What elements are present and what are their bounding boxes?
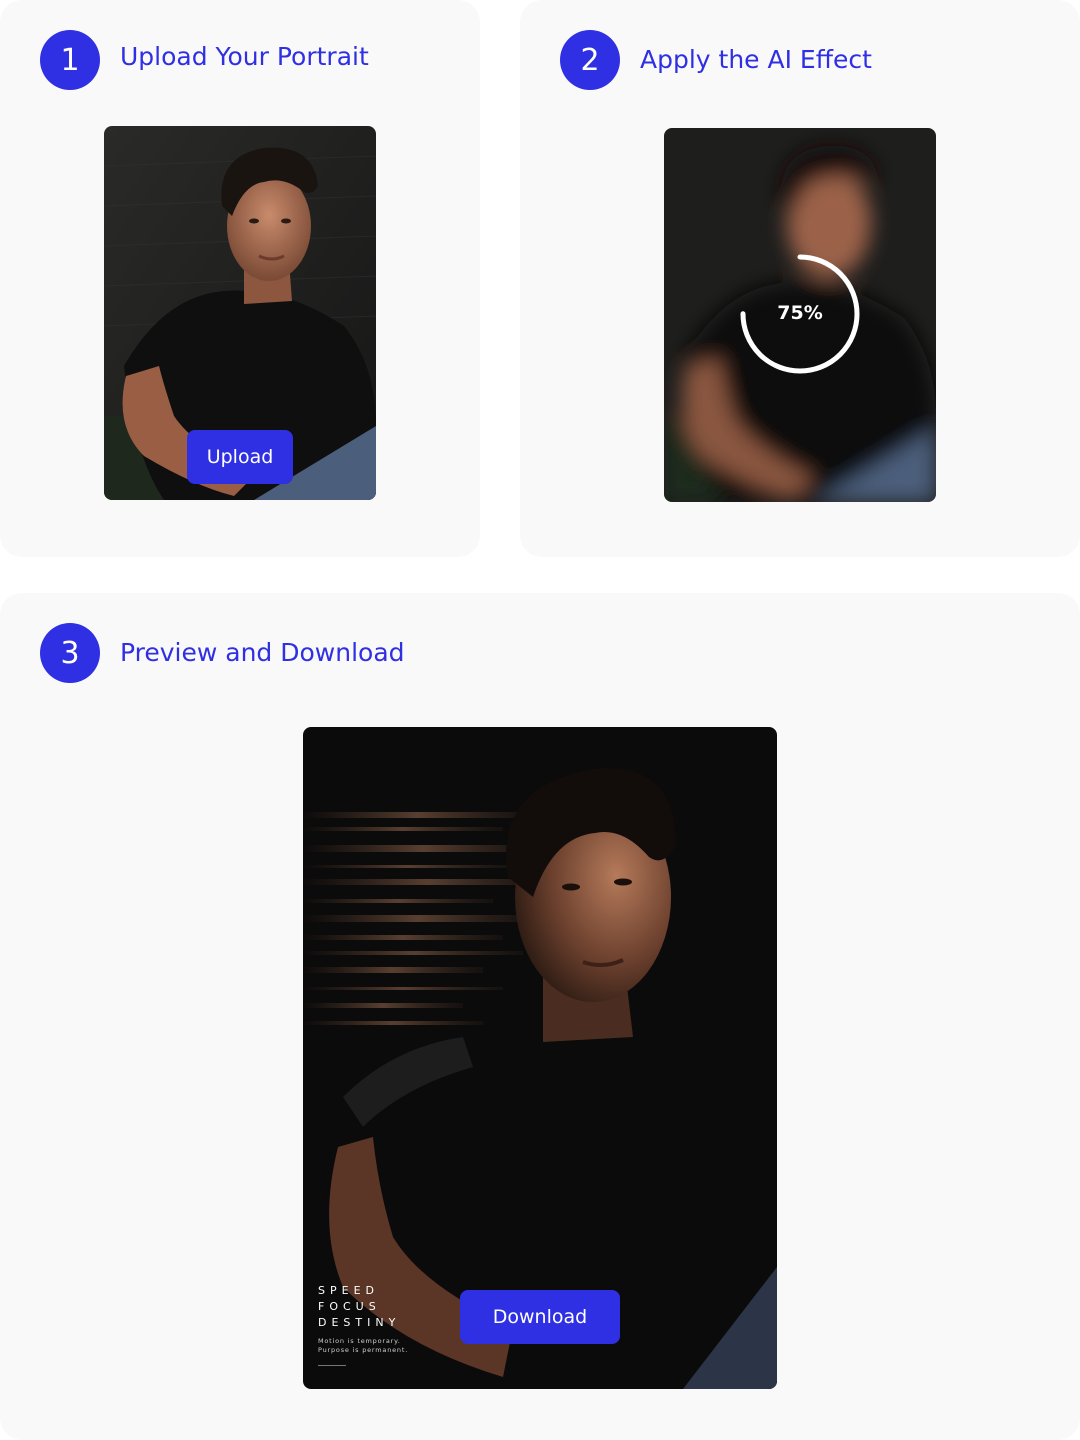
poster-headline: SPEED FOCUS DESTINY bbox=[318, 1283, 400, 1331]
poster-line-speed: SPEED bbox=[318, 1284, 379, 1297]
poster-tagline: Motion is temporary. Purpose is permanen… bbox=[318, 1337, 408, 1355]
poster-divider bbox=[318, 1365, 346, 1366]
step-3-title: Preview and Download bbox=[120, 638, 405, 667]
step-1-card: 1 Upload Your Portrait Upload bbox=[0, 0, 480, 557]
poster-tagline-2: Purpose is permanent. bbox=[318, 1346, 409, 1354]
poster-tagline-1: Motion is temporary. bbox=[318, 1337, 401, 1345]
step-1-title: Upload Your Portrait bbox=[120, 42, 369, 71]
step-2-card: 2 Apply the AI Effect 75% bbox=[520, 0, 1080, 557]
step-2-title: Apply the AI Effect bbox=[640, 45, 872, 74]
poster-line-destiny: DESTINY bbox=[318, 1316, 401, 1329]
upload-button[interactable]: Upload bbox=[187, 430, 293, 484]
download-button[interactable]: Download bbox=[460, 1290, 620, 1344]
poster-line-focus: FOCUS bbox=[318, 1300, 381, 1313]
step-3-card: 3 Preview and Download SPEED FOCUS DESTI… bbox=[0, 593, 1080, 1440]
step-2-badge: 2 bbox=[560, 30, 620, 90]
step-1-badge: 1 bbox=[40, 30, 100, 90]
step-3-badge: 3 bbox=[40, 623, 100, 683]
progress-percentage: 75% bbox=[777, 302, 823, 324]
